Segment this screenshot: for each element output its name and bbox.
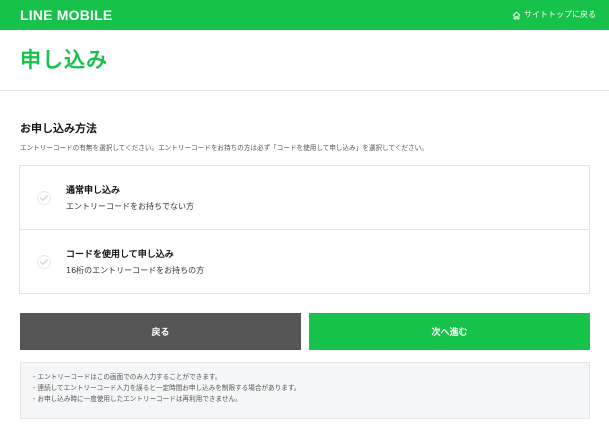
application-method-description: エントリーコードの有無を選択してください。エントリーコードをお持ちの方は必ず「コ…: [20, 144, 428, 152]
next-button[interactable]: 次へ進む: [309, 313, 590, 350]
check-icon: [37, 191, 51, 205]
page-title-bar: 申し込み: [0, 30, 609, 91]
application-method-title: お申し込み方法: [20, 122, 97, 135]
back-button[interactable]: 戻る: [20, 313, 301, 350]
notes-box: - エントリーコードはこの画面でのみ入力することができます。 - 連続してエント…: [20, 362, 590, 419]
back-to-site-top-label: サイトトップに戻る: [524, 10, 596, 19]
note-item: - エントリーコードはこの画面でのみ入力することができます。: [33, 373, 222, 381]
option-code-application[interactable]: コードを使用して申し込み 16桁のエントリーコードをお持ちの方: [20, 230, 589, 294]
option-code-title: コードを使用して申し込み: [66, 250, 174, 260]
application-method-options: 通常申し込み エントリーコードをお持ちでない方 コードを使用して申し込み 16桁…: [19, 165, 590, 294]
option-code-subtitle: 16桁のエントリーコードをお持ちの方: [66, 266, 205, 275]
page-title: 申し込み: [20, 48, 108, 72]
note-item: - 連続してエントリーコード入力を誤ると一定時間お申し込みを制限する場合がありま…: [33, 384, 301, 392]
back-to-site-top-link[interactable]: サイトトップに戻る: [512, 9, 596, 21]
header-bar: LINE MOBILE サイトトップに戻る: [0, 0, 609, 30]
option-normal-title: 通常申し込み: [66, 186, 121, 196]
line-mobile-logo[interactable]: LINE MOBILE: [20, 7, 112, 23]
option-normal-application[interactable]: 通常申し込み エントリーコードをお持ちでない方: [20, 166, 589, 230]
home-icon: [512, 11, 521, 19]
option-normal-subtitle: エントリーコードをお持ちでない方: [66, 202, 194, 211]
note-item: - お申し込み時に一度使用したエントリーコードは再利用できません。: [33, 395, 242, 403]
check-icon: [37, 255, 51, 269]
